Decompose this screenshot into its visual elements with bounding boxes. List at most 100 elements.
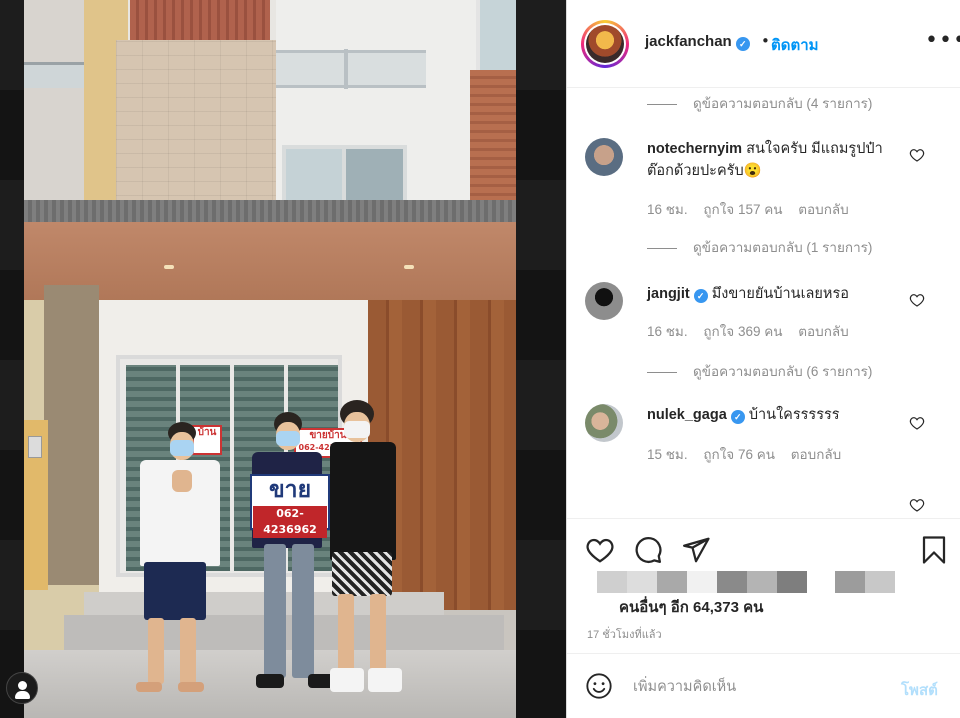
sale-sign-title: ขาย <box>268 477 312 503</box>
blurred-avatar <box>597 571 627 593</box>
likes-count[interactable]: คนอื่นๆ อีก 64,373 คน <box>619 595 763 619</box>
blurred-avatar <box>777 571 807 593</box>
comment-icon[interactable] <box>633 535 663 565</box>
reply-button[interactable]: ตอบกลับ <box>791 447 841 462</box>
shorts <box>144 562 206 620</box>
comment-input[interactable] <box>633 676 883 698</box>
post-timestamp[interactable]: 17 ชั่วโมงที่แล้ว <box>587 625 662 643</box>
heart-icon[interactable] <box>909 292 925 308</box>
comment-avatar[interactable] <box>585 282 623 320</box>
leg <box>148 618 164 684</box>
view-replies-text[interactable]: ดูข้อความตอบกลับ (6 รายการ) <box>693 364 872 379</box>
stone-wall <box>116 40 276 210</box>
roof-tiles <box>24 200 516 222</box>
blurred-avatar <box>657 571 687 593</box>
leg <box>180 618 196 684</box>
black-shirt <box>330 442 396 560</box>
right-upper-window <box>476 0 516 70</box>
heart-icon[interactable] <box>909 497 925 513</box>
hands <box>172 470 192 492</box>
view-replies-text[interactable]: ดูข้อความตอบกลับ (4 รายการ) <box>693 96 872 111</box>
comment-avatar[interactable] <box>585 138 623 176</box>
glass-balcony <box>276 49 426 89</box>
blurred-avatar <box>747 571 777 593</box>
liked-by-avatars <box>597 571 807 593</box>
reply-button[interactable]: ตอบกลับ <box>798 324 848 339</box>
for-sale-sign: ขาย 062-4236962 <box>250 474 330 538</box>
upper-window <box>282 145 407 207</box>
comment-meta: 16 ชม. ถูกใจ 157 คน ตอบกลับ <box>647 198 861 220</box>
view-replies-link[interactable]: ดูข้อความตอบกลับ (6 รายการ) <box>647 360 872 382</box>
comment-time[interactable]: 15 ชม. <box>647 447 688 462</box>
author-avatar[interactable] <box>581 20 629 68</box>
avatar-image <box>586 25 624 63</box>
comment-likes[interactable]: ถูกใจ 157 คน <box>703 202 782 217</box>
share-icon[interactable] <box>681 535 711 565</box>
author-username[interactable]: jackfanchan ✓ <box>645 33 750 51</box>
comment-time[interactable]: 16 ชม. <box>647 324 688 339</box>
blurred-avatar <box>687 571 717 593</box>
door-sale-sign-left: บ้าน <box>192 425 222 455</box>
eave-light <box>404 265 414 269</box>
follow-button[interactable]: ติดตาม <box>771 33 819 57</box>
reply-button[interactable]: ตอบกลับ <box>798 202 848 217</box>
view-replies-text[interactable]: ดูข้อความตอบกลับ (1 รายการ) <box>693 240 872 255</box>
house-scene: บ้าน ขายบ้าน 062-4236962 ขาย 062-4236962 <box>24 0 516 718</box>
bookmark-icon[interactable] <box>919 535 949 565</box>
verified-icon: ✓ <box>735 37 750 51</box>
post-header: jackfanchan✓ • ติดตาม ••• <box>567 0 960 88</box>
door-sign-text: บ้าน <box>197 427 217 438</box>
comment-meta: 16 ชม. ถูกใจ 369 คน ตอบกลับ <box>647 320 861 342</box>
comment-username[interactable]: jangjit <box>647 286 690 302</box>
emoji-icon[interactable] <box>585 672 613 700</box>
face-mask <box>276 431 300 446</box>
post-side-panel: jackfanchan✓ • ติดตาม ••• ดูข้อความตอบกล… <box>566 0 960 718</box>
sneaker <box>368 668 402 692</box>
post-actions: คนอื่นๆ อีก 64,373 คน 17 ชั่วโมงที่แล้ว … <box>567 518 960 718</box>
user-tag-icon[interactable] <box>6 672 38 704</box>
post-photo[interactable]: บ้าน ขายบ้าน 062-4236962 ขาย 062-4236962 <box>0 0 566 718</box>
comment-text: มึงขายยันบ้านเลยหรอ <box>711 286 849 302</box>
heart-icon[interactable] <box>909 415 925 431</box>
comment-username[interactable]: notechernyim <box>647 141 742 157</box>
comment-username[interactable]: nulek_gaga <box>647 407 727 423</box>
divider <box>647 371 677 373</box>
leg <box>370 594 386 674</box>
lower-left-pillar <box>44 285 99 585</box>
checkered-shorts <box>332 552 392 596</box>
photo-backdrop-left <box>0 0 24 718</box>
photo-backdrop-right <box>516 0 566 718</box>
comment-avatar[interactable] <box>585 404 623 442</box>
leg <box>338 594 354 674</box>
blurred-avatar <box>865 571 895 593</box>
jeans-leg <box>264 544 286 678</box>
comment-text: บ้านใครรรรรร <box>748 407 840 423</box>
heart-icon[interactable] <box>585 535 615 565</box>
more-icon[interactable]: ••• <box>925 30 960 52</box>
comment-likes[interactable]: ถูกใจ 76 คน <box>703 447 775 462</box>
sandal <box>256 674 284 688</box>
view-replies-link[interactable]: ดูข้อความตอบกลับ (1 รายการ) <box>647 236 872 258</box>
blurred-avatar <box>717 571 747 593</box>
post-comment-button[interactable]: โพสต์ <box>901 678 938 702</box>
face-mask <box>344 421 370 438</box>
door-sign-text: ขายบ้าน <box>309 430 347 441</box>
liked-by-avatars <box>835 571 895 593</box>
electric-meter <box>28 436 42 458</box>
comments-list: ดูข้อความตอบกลับ (4 รายการ) notechernyim… <box>567 88 960 518</box>
comment-body: notechernyim สนใจครับ มีแถมรูปป๋าต๊อกด้ว… <box>647 138 907 182</box>
verified-icon: ✓ <box>730 410 745 424</box>
sneaker <box>330 668 364 692</box>
eave-light <box>164 265 174 269</box>
divider <box>647 247 677 249</box>
instagram-post-view: บ้าน ขายบ้าน 062-4236962 ขาย 062-4236962… <box>0 0 960 718</box>
jeans-leg <box>292 544 314 678</box>
blurred-avatar <box>835 571 865 593</box>
heart-icon[interactable] <box>909 147 925 163</box>
comment-likes[interactable]: ถูกใจ 369 คน <box>703 324 782 339</box>
author-username-text[interactable]: jackfanchan <box>645 33 732 50</box>
view-replies-link[interactable]: ดูข้อความตอบกลับ (4 รายการ) <box>647 92 872 114</box>
comment-time[interactable]: 16 ชม. <box>647 202 688 217</box>
divider <box>647 103 677 105</box>
right-louver <box>470 70 516 200</box>
